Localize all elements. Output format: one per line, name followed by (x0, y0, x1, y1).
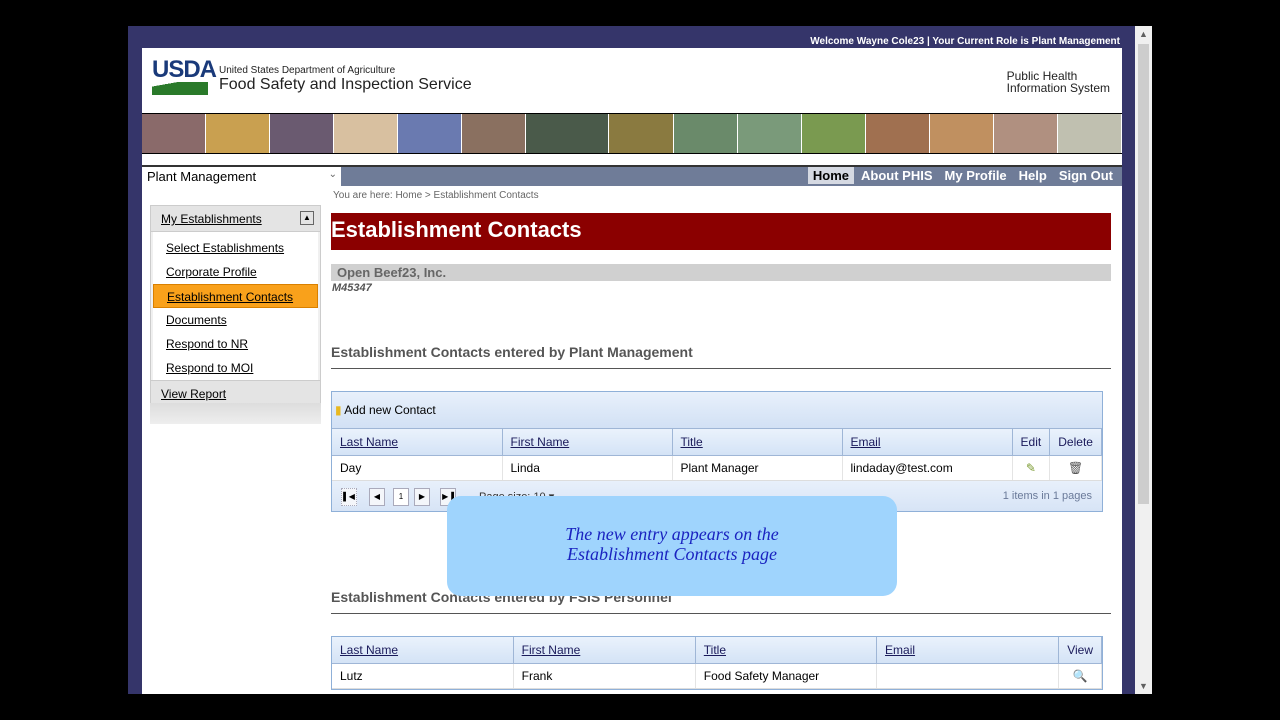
edit-pencil-icon[interactable]: ✎ (1012, 455, 1051, 481)
role-select[interactable]: Plant Management ⌄ (142, 167, 341, 186)
vertical-scrollbar[interactable]: ▲ ▼ (1135, 26, 1152, 694)
add-contact-button[interactable]: ▮ Add new Contact (332, 392, 1102, 429)
next-page-button[interactable]: ▶ (414, 488, 430, 506)
col-edit: Edit (1012, 429, 1051, 456)
page-1-button[interactable]: 1 (393, 488, 409, 506)
cell-email: lindaday@test.com (842, 455, 1013, 481)
breadcrumb: You are here: Home > Establishment Conta… (333, 190, 539, 201)
delete-trash-icon[interactable]: 🗑 (1049, 455, 1102, 481)
col-view: View (1058, 637, 1102, 664)
first-page-button[interactable]: ▌◀ (341, 488, 357, 506)
scroll-thumb[interactable] (1138, 44, 1149, 504)
service-name: Food Safety and Inspection Service (219, 76, 472, 93)
photo-banner (142, 113, 1122, 154)
view-magnifier-icon[interactable]: 🔍 (1058, 663, 1102, 689)
fsis-contacts-grid: Last Name First Name Title Email View Lu… (331, 636, 1103, 690)
nav-about[interactable]: About PHIS (856, 167, 938, 184)
col-title[interactable]: Title (672, 429, 843, 456)
sidebar-item-respond-nr[interactable]: Respond to NR (153, 332, 318, 356)
col-email[interactable]: Email (876, 637, 1060, 664)
plant-contacts-grid: ▮ Add new Contact Last Name First Name T… (331, 391, 1103, 512)
table-row: Day Linda Plant Manager lindaday@test.co… (332, 455, 1102, 481)
establishment-id: M45347 (332, 282, 372, 294)
prev-page-button[interactable]: ◀ (369, 488, 385, 506)
nav-home[interactable]: Home (807, 167, 855, 184)
sidebar-item-corporate-profile[interactable]: Corporate Profile (153, 260, 318, 284)
page: USDA United States Department of Agricul… (142, 48, 1122, 694)
col-email[interactable]: Email (842, 429, 1013, 456)
col-delete: Delete (1049, 429, 1102, 456)
tutorial-callout: The new entry appears on the Establishmen… (447, 496, 897, 596)
cell-last-name: Lutz (332, 663, 514, 689)
sidebar-item-select-establishments[interactable]: Select Establishments (153, 236, 318, 260)
welcome-text: Welcome Wayne Cole23 | Your Current Role… (810, 36, 1120, 47)
table-row: Lutz Frank Food Safety Manager 🔍 (332, 663, 1102, 689)
nav-profile[interactable]: My Profile (940, 167, 1012, 184)
page-title: Establishment Contacts (331, 213, 1111, 250)
nav-help[interactable]: Help (1014, 167, 1052, 184)
sidebar: My Establishments ▲ Select Establishments… (150, 205, 321, 405)
sidebar-header[interactable]: My Establishments ▲ (151, 206, 320, 232)
plant-contacts-heading: Establishment Contacts entered by Plant … (331, 344, 1111, 369)
scroll-up-icon[interactable]: ▲ (1135, 29, 1152, 39)
cell-email (876, 663, 1060, 689)
cell-last-name: Day (332, 455, 503, 481)
sidebar-item-establishment-contacts[interactable]: Establishment Contacts (153, 284, 318, 308)
usda-logo: USDA (152, 58, 217, 96)
cell-title: Food Safety Manager (695, 663, 878, 689)
collapse-icon[interactable]: ▲ (300, 211, 314, 225)
pager-info: 1 items in 1 pages (1002, 490, 1092, 502)
nav-sign-out[interactable]: Sign Out (1054, 167, 1118, 184)
col-last-name[interactable]: Last Name (332, 637, 514, 664)
chevron-down-icon: ⌄ (328, 169, 337, 180)
nav-bar: Plant Management ⌄ Home About PHIS My Pro… (142, 165, 1122, 186)
sidebar-view-report[interactable]: View Report (151, 380, 320, 405)
col-first-name[interactable]: First Name (513, 637, 696, 664)
cell-first-name: Frank (513, 663, 696, 689)
cell-title: Plant Manager (672, 455, 843, 481)
establishment-name: Open Beef23, Inc. (331, 264, 1111, 281)
col-title[interactable]: Title (695, 637, 878, 664)
document-icon: ▮ (335, 403, 342, 417)
cell-first-name: Linda (502, 455, 673, 481)
sidebar-item-respond-moi[interactable]: Respond to MOI (153, 356, 318, 380)
scroll-down-icon[interactable]: ▼ (1135, 681, 1152, 691)
sidebar-item-documents[interactable]: Documents (153, 308, 318, 332)
col-last-name[interactable]: Last Name (332, 429, 503, 456)
col-first-name[interactable]: First Name (502, 429, 673, 456)
system-name: Public Health Information System (1006, 69, 1110, 95)
department-name: United States Department of Agriculture (219, 65, 396, 76)
